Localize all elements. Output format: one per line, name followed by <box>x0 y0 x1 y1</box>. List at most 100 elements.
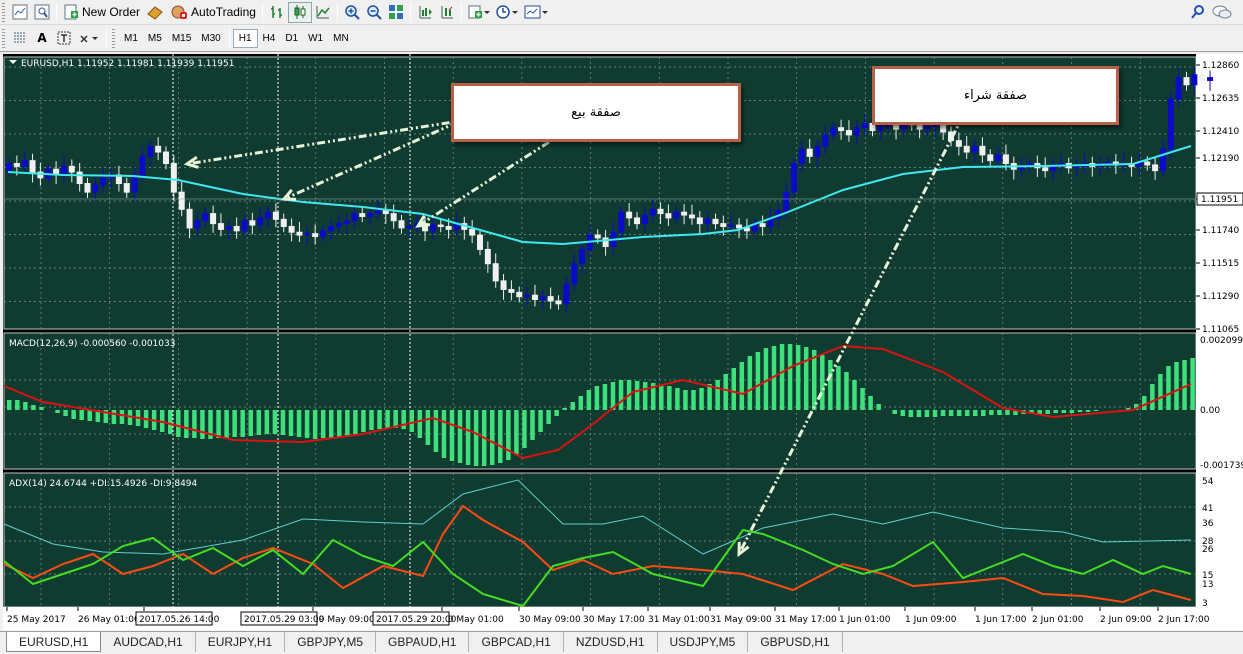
macd-histogram-bar <box>490 410 495 465</box>
macd-histogram-bar <box>538 410 543 432</box>
candlestick-chart-icon[interactable] <box>287 1 312 23</box>
tab-gbpcad-h1[interactable]: GBPCAD,H1 <box>469 632 564 652</box>
tab-gbpaud-h1[interactable]: GBPAUD,H1 <box>376 632 470 652</box>
timeframe-mn[interactable]: MN <box>328 29 354 48</box>
zoom-out-icon[interactable] <box>363 2 385 23</box>
chart-shift-icon[interactable] <box>414 2 436 23</box>
macd-histogram-bar <box>562 408 567 410</box>
current-price-label: 1.11951 <box>1201 195 1238 205</box>
timeframe-m15[interactable]: M15 <box>167 29 196 48</box>
chart-window[interactable]: 1.12860 1.12635 1.12410 1.12190 1.11951 1.117… <box>3 54 1243 630</box>
candle <box>995 154 1002 162</box>
macd-histogram-bar <box>755 352 761 410</box>
candle <box>60 165 67 176</box>
candle <box>798 148 805 164</box>
macd-histogram-bar <box>473 410 479 466</box>
adx-panel[interactable] <box>3 472 1197 608</box>
candle <box>280 218 287 227</box>
macd-histogram-bar <box>1190 358 1195 410</box>
candle <box>924 125 931 130</box>
macd-histogram-bar <box>329 410 334 438</box>
search-icon[interactable] <box>1187 2 1209 23</box>
timeframe-h1[interactable]: H1 <box>232 28 258 48</box>
macd-histogram-bar <box>908 410 914 417</box>
candle <box>783 191 790 212</box>
buy-trade-callout: صفقة شراء <box>872 66 1119 125</box>
macd-histogram-bar <box>594 386 600 410</box>
tab-audcad-h1[interactable]: AUDCAD,H1 <box>101 632 196 652</box>
timeframe-d1[interactable]: D1 <box>280 29 303 48</box>
time-label: 30 May 17:00 <box>583 615 645 625</box>
periods-clock-icon[interactable] <box>493 2 521 23</box>
fibonacci-icon[interactable] <box>9 28 31 49</box>
macd-histogram-bar <box>7 400 12 410</box>
candle <box>406 225 413 229</box>
line-chart-icon[interactable] <box>312 2 334 23</box>
autoscroll-icon[interactable] <box>436 2 458 23</box>
macd-histogram-bar <box>465 410 471 465</box>
macd-histogram-bar <box>667 386 672 410</box>
timeframe-m5[interactable]: M5 <box>143 29 167 48</box>
toolbar-grip[interactable] <box>2 2 5 22</box>
text-label-icon[interactable] <box>53 28 75 49</box>
toolbar-grip[interactable] <box>112 28 115 48</box>
candle <box>547 296 554 302</box>
metaeditor-icon[interactable] <box>143 2 167 23</box>
macd-histogram-bar <box>1182 360 1187 410</box>
macd-histogram-bar <box>916 410 922 417</box>
macd-histogram-bar <box>506 410 511 460</box>
new-order-button[interactable]: New Order <box>60 2 143 23</box>
chat-icon[interactable] <box>1209 2 1235 23</box>
candle <box>304 233 311 236</box>
macd-histogram-bar <box>63 410 68 416</box>
candle <box>445 225 452 230</box>
chart-settings-icon[interactable] <box>9 2 31 23</box>
tab-gbpjpy-m5[interactable]: GBPJPY,M5 <box>285 632 377 652</box>
candle <box>500 280 507 290</box>
macd-histogram-bar <box>803 347 809 410</box>
adx-axis-label: 3 <box>1202 599 1208 609</box>
macd-histogram-bar <box>280 410 286 435</box>
macd-histogram-bar <box>39 407 44 410</box>
macd-histogram-bar <box>779 344 785 410</box>
tile-windows-icon[interactable] <box>385 2 407 23</box>
indicators-icon[interactable] <box>465 2 493 23</box>
autotrading-button[interactable]: AutoTrading <box>167 2 259 23</box>
time-label: 1 Jun 09:00 <box>905 615 957 625</box>
templates-icon[interactable] <box>521 2 551 23</box>
timeframe-w1[interactable]: W1 <box>303 29 328 48</box>
candle <box>6 162 12 172</box>
timeframe-m30[interactable]: M30 <box>196 29 225 48</box>
candle <box>359 213 366 217</box>
candle <box>1002 154 1009 164</box>
new-order-label: New Order <box>82 5 141 19</box>
macd-histogram-bar <box>385 410 390 428</box>
macd-histogram-bar <box>683 390 688 410</box>
candle <box>21 160 28 167</box>
separator <box>460 2 462 22</box>
zoom-chart-icon[interactable] <box>31 2 53 23</box>
tab-gbpusd-h1[interactable]: GBPUSD,H1 <box>748 632 843 652</box>
candle <box>720 223 727 227</box>
macd-histogram-bar <box>642 382 648 410</box>
tab-eurjpy-h1[interactable]: EURJPY,H1 <box>196 632 286 652</box>
bar-chart-icon[interactable] <box>266 2 288 23</box>
macd-panel[interactable] <box>3 332 1197 470</box>
macd-histogram-bar <box>15 400 20 410</box>
tab-eurusd-h1[interactable]: EURUSD,H1 <box>6 632 102 652</box>
time-label: 26 May 01:00 <box>78 615 140 625</box>
time-label: 1 Jun 17:00 <box>975 615 1027 625</box>
candle <box>265 211 272 219</box>
timeframe-m1[interactable]: M1 <box>119 29 143 48</box>
arrows-tool-icon[interactable] <box>75 28 103 49</box>
toolbar-grip[interactable] <box>2 28 5 48</box>
timeframe-h4[interactable]: H4 <box>258 29 281 48</box>
separator <box>56 2 57 22</box>
tab-nzdusd-h1[interactable]: NZDUSD,H1 <box>564 632 658 652</box>
macd-histogram-bar <box>570 402 575 410</box>
zoom-in-icon[interactable] <box>341 2 363 23</box>
tab-usdjpy-m5[interactable]: USDJPY,M5 <box>658 632 749 652</box>
new-order-icon <box>64 4 78 20</box>
time-label: 25 May 2017 <box>7 615 66 625</box>
text-tool-icon[interactable]: A <box>31 28 53 49</box>
